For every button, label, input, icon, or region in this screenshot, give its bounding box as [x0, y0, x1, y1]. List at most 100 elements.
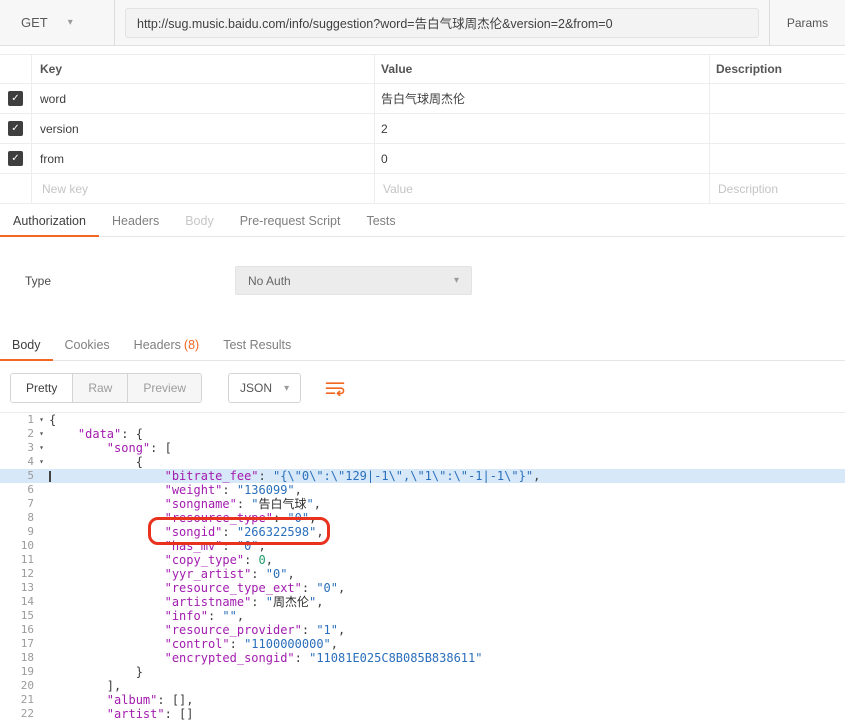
code-line[interactable]: 20 ], — [0, 679, 845, 693]
code-line[interactable]: 11 "copy_type": 0, — [0, 553, 845, 567]
tab-authorization[interactable]: Authorization — [0, 205, 99, 237]
mode-preview-button[interactable]: Preview — [128, 374, 202, 402]
code-line-content: } — [49, 665, 143, 679]
code-line-content: "resource_provider": "1", — [164, 623, 346, 637]
tab-response-headers[interactable]: Headers (8) — [122, 329, 212, 361]
code-line[interactable]: 18 "encrypted_songid": "11081E025C8B085B… — [0, 651, 845, 665]
tab-test-results[interactable]: Test Results — [211, 329, 303, 361]
code-line-content: "bitrate_fee": "{\"0\":\"129|-1\",\"1\":… — [49, 469, 845, 483]
code-line[interactable]: 14 "artistname": "周杰伦", — [0, 595, 845, 609]
auth-type-select[interactable]: No Auth ▾ — [235, 266, 472, 295]
tab-headers[interactable]: Headers — [99, 205, 172, 237]
fold-arrow-icon[interactable]: ▾ — [34, 413, 49, 427]
code-editor[interactable]: 1 ▾{2 ▾ "data": {3 ▾ "song": [4 ▾ {5 "bitrat… — [0, 412, 845, 720]
tab-response-body[interactable]: Body — [0, 329, 53, 361]
line-number: 9 — [27, 525, 34, 538]
wrap-text-button[interactable] — [325, 381, 345, 396]
code-line[interactable]: 12 "yyr_artist": "0", — [0, 567, 845, 581]
mode-raw-button[interactable]: Raw — [73, 374, 129, 402]
param-value[interactable]: 2 — [375, 114, 710, 143]
code-lines: 1 ▾{2 ▾ "data": {3 ▾ "song": [4 ▾ {5 "bitrat… — [0, 413, 845, 720]
request-bar: GET ▾ Params — [0, 0, 845, 46]
mode-pretty-button[interactable]: Pretty — [11, 374, 74, 402]
line-number: 19 — [20, 665, 34, 678]
row-checkbox[interactable]: ✓ — [8, 121, 23, 136]
column-header-value: Value — [375, 55, 710, 83]
column-header-key: Key — [32, 55, 375, 83]
line-number: 8 — [27, 511, 34, 524]
code-line[interactable]: 2 ▾ "data": { — [0, 427, 845, 441]
code-line[interactable]: 3 ▾ "song": [ — [0, 441, 845, 455]
code-line[interactable]: 1 ▾{ — [0, 413, 845, 427]
code-line[interactable]: 5 "bitrate_fee": "{\"0\":\"129|-1\",\"1\… — [0, 469, 845, 483]
line-number: 12 — [20, 567, 34, 580]
param-key[interactable]: version — [32, 114, 375, 143]
code-line[interactable]: 17 "control": "1100000000", — [0, 637, 845, 651]
param-row-word: ✓ word 告白气球周杰伦 — [0, 84, 845, 114]
fold-arrow-icon[interactable]: ▾ — [34, 455, 49, 469]
code-line[interactable]: 4 ▾ { — [0, 455, 845, 469]
fold-arrow-icon[interactable]: ▾ — [34, 427, 49, 441]
line-number: 17 — [20, 637, 34, 650]
code-line-content: "song": [ — [106, 441, 172, 455]
format-select[interactable]: JSON ▾ — [228, 373, 302, 403]
fold-arrow-icon[interactable]: ▾ — [34, 441, 49, 455]
column-header-description: Description — [716, 62, 783, 76]
param-description[interactable] — [710, 114, 845, 143]
code-line[interactable]: 6 "weight": "136099", — [0, 483, 845, 497]
code-line-content: { — [49, 455, 143, 469]
line-number: 1 — [27, 413, 34, 426]
new-value-input[interactable] — [381, 180, 693, 197]
code-line[interactable]: 22 "artist": [] — [0, 707, 845, 720]
code-line-content: "resource_type": "0", — [164, 511, 317, 525]
params-button[interactable]: Params — [769, 0, 845, 45]
param-new-row — [0, 174, 845, 204]
line-number: 4 — [27, 455, 34, 468]
code-line[interactable]: 19 } — [0, 665, 845, 679]
param-row-version: ✓ version 2 — [0, 114, 845, 144]
param-key[interactable]: from — [32, 144, 375, 173]
param-description[interactable] — [710, 144, 845, 173]
code-line[interactable]: 16 "resource_provider": "1", — [0, 623, 845, 637]
code-line[interactable]: 13 "resource_type_ext": "0", — [0, 581, 845, 595]
code-line-content: { — [49, 413, 57, 427]
param-description[interactable] — [710, 84, 845, 113]
code-line[interactable]: 21 "album": [], — [0, 693, 845, 707]
chevron-down-icon: ▾ — [67, 17, 73, 28]
wrap-text-icon — [325, 381, 345, 396]
response-viewer-toolbar: Pretty Raw Preview JSON ▾ — [0, 373, 845, 403]
line-number: 18 — [20, 651, 34, 664]
code-line[interactable]: 10 "has_mv": "0", — [0, 539, 845, 553]
code-line[interactable]: 15 "info": "", — [0, 609, 845, 623]
tab-cookies[interactable]: Cookies — [53, 329, 122, 361]
tab-label: Headers — [133, 338, 181, 352]
code-line[interactable]: 7 "songname": "告白气球", — [0, 497, 845, 511]
view-mode-group: Pretty Raw Preview — [10, 373, 203, 403]
row-checkbox[interactable]: ✓ — [8, 151, 23, 166]
line-number: 6 — [27, 483, 34, 496]
tab-label: Test Results — [223, 338, 292, 352]
code-line[interactable]: 9 "songid": "266322598", — [0, 525, 845, 539]
param-value[interactable]: 0 — [375, 144, 710, 173]
new-key-input[interactable] — [40, 180, 358, 197]
code-line-content: "yyr_artist": "0", — [164, 567, 295, 581]
row-checkbox[interactable]: ✓ — [8, 91, 23, 106]
param-key[interactable]: word — [32, 84, 375, 113]
new-description-input[interactable] — [716, 180, 839, 197]
tab-pre-request-script[interactable]: Pre-request Script — [227, 205, 354, 237]
tab-body[interactable]: Body — [172, 205, 227, 237]
code-line[interactable]: 8 "resource_type": "0", — [0, 511, 845, 525]
method-dropdown[interactable]: GET ▾ — [0, 0, 115, 45]
url-input[interactable] — [125, 7, 759, 38]
line-number: 16 — [20, 623, 34, 636]
param-value[interactable]: 告白气球周杰伦 — [375, 84, 710, 113]
code-line-content: "weight": "136099", — [164, 483, 302, 497]
tab-tests[interactable]: Tests — [353, 205, 408, 237]
